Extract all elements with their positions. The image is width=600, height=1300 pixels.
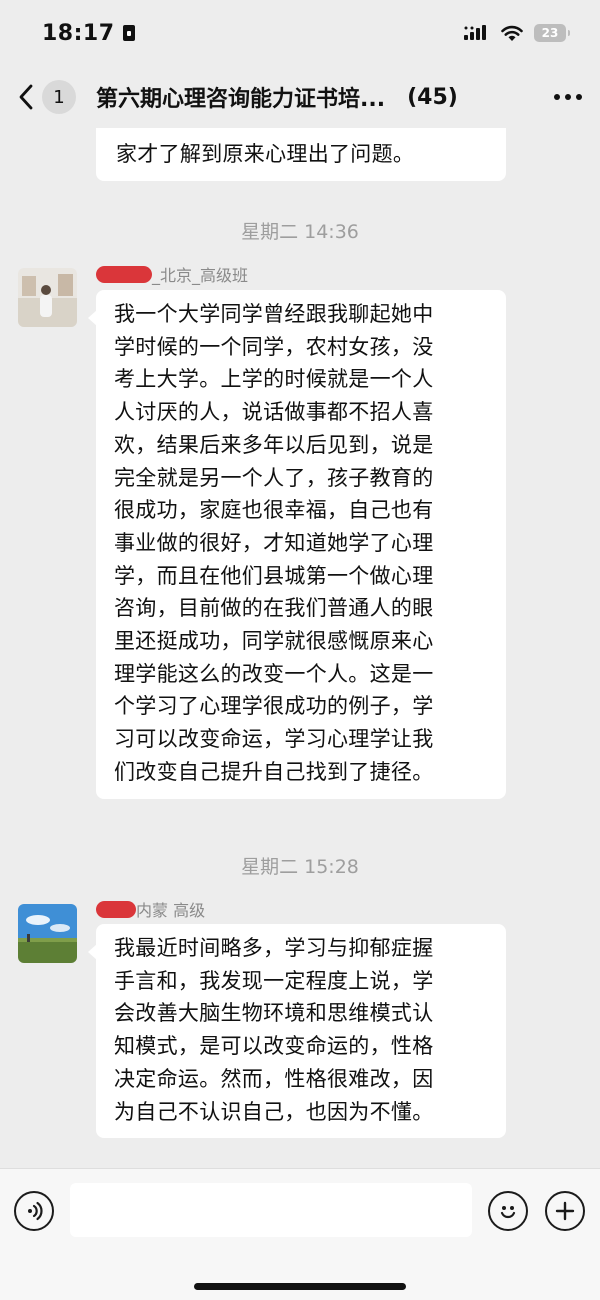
redaction-mark [96, 265, 152, 283]
message-line: 会改善大脑生物环境和思维模式认 [114, 1001, 434, 1026]
avatar[interactable] [18, 268, 77, 327]
message-line: 欢，结果后来多年以后见到，说是 [114, 432, 434, 457]
voice-icon[interactable] [14, 1191, 54, 1231]
message-text: 家才了解到原来心理出了问题。 [116, 142, 415, 166]
message-line: 很成功，家庭也很幸福，自己也有 [114, 498, 434, 523]
member-count: (45) [407, 84, 458, 110]
message-line: 学，而且在他们县城第一个做心理 [114, 563, 434, 588]
message-line: 我最近时间略多，学习与抑郁症握 [114, 936, 434, 960]
sender-label: _北京_高级班 [152, 266, 249, 285]
plus-glyph [555, 1201, 575, 1221]
sender-name: 内蒙 高级 [96, 899, 206, 920]
message-line: 习可以改变命运，学习心理学让我 [114, 727, 434, 752]
avatar-photo [18, 268, 77, 327]
more-icon[interactable] [554, 94, 582, 100]
status-bar: 18:17 23 [0, 0, 600, 66]
emoji-icon[interactable] [488, 1191, 528, 1231]
timestamp: 星期二 14:36 [241, 221, 359, 243]
sender-label: 内蒙 高级 [136, 901, 206, 920]
plus-icon[interactable] [545, 1191, 585, 1231]
sender-name: _北京_高级班 [96, 264, 249, 285]
input-bar [0, 1168, 600, 1300]
back-chevron-icon [19, 84, 33, 110]
redaction-mark [96, 900, 136, 918]
message-line: 咨询，目前做的在我们普通人的眼 [114, 596, 434, 621]
message-line: 学时候的一个同学，农村女孩，没 [114, 334, 434, 359]
message-line: 里还挺成功，同学就很感慨原来心 [114, 629, 434, 654]
back-button[interactable]: 1 [18, 80, 76, 114]
message-line: 人讨厌的人，说话做事都不招人喜 [114, 400, 434, 425]
message-line: 为自己不认识自己，也因为不懂。 [114, 1099, 434, 1124]
smiley-glyph [500, 1206, 516, 1219]
message-line: 个学习了心理学很成功的例子，学 [114, 694, 434, 719]
message-bubble-partial[interactable]: 家才了解到原来心理出了问题。 [96, 128, 506, 181]
wifi-icon [501, 25, 523, 41]
voice-wave-glyph [28, 1201, 43, 1221]
message-line: 我一个大学同学曾经跟我聊起她中 [114, 302, 434, 326]
chat-header: 1 第六期心理咨询能力证书培... (45) [0, 66, 600, 128]
battery-level: 23 [541, 26, 559, 40]
home-indicator[interactable] [194, 1283, 406, 1290]
signal-icon [464, 25, 486, 40]
avatar[interactable] [18, 904, 77, 963]
message-line: 知模式，是可以改变命运的，性格 [114, 1034, 434, 1059]
message-line: 决定命运。然而，性格很难改，因 [114, 1066, 434, 1091]
message-line: 手言和，我发现一定程度上说，学 [114, 968, 434, 993]
message-bubble[interactable]: 我一个大学同学曾经跟我聊起她中 学时候的一个同学，农村女孩，没 考上大学。上学的… [88, 290, 506, 799]
message-bubble[interactable]: 我最近时间略多，学习与抑郁症握 手言和，我发现一定程度上说，学 会改善大脑生物环… [88, 924, 506, 1139]
battery-icon: 23 [534, 24, 570, 42]
timestamp: 星期二 15:28 [241, 856, 359, 878]
status-time: 18:17 [42, 20, 115, 46]
message-line: 考上大学。上学的时候就是一个人 [114, 367, 434, 392]
message-line: 理学能这么的改变一个人。这是一 [114, 661, 434, 686]
message-line: 完全就是另一个人了，孩子教育的 [114, 465, 434, 490]
avatar-photo [18, 904, 77, 963]
lock-icon [122, 25, 135, 41]
unread-count-badge: 1 [42, 80, 76, 114]
message-line: 事业做的很好，才知道她学了心理 [114, 530, 434, 555]
message-line: 们改变自己提升自己找到了捷径。 [114, 759, 434, 784]
status-icons: 23 [464, 24, 570, 42]
chat-title: 第六期心理咨询能力证书培... [96, 87, 386, 112]
chat-messages: 家才了解到原来心理出了问题。 星期二 14:36 _北京_高级班 我一个大学同学… [0, 128, 600, 1168]
message-input[interactable] [70, 1183, 472, 1237]
